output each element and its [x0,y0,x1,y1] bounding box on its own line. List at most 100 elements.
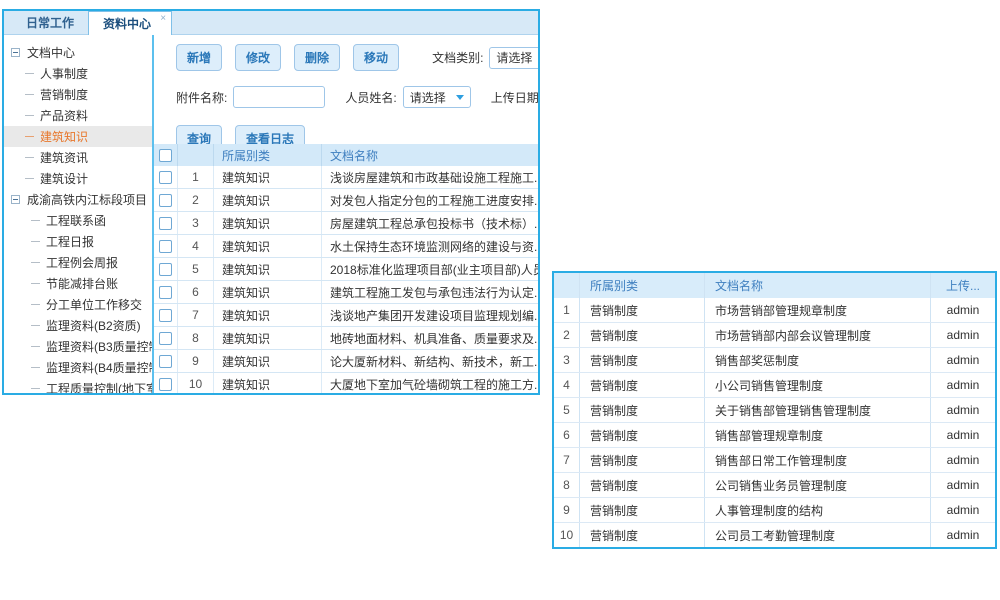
toolbar: 新增 修改 删除 移动 文档类别: 请选择 文档名称: [154,44,538,71]
row-checkbox[interactable] [159,309,172,322]
tab-data-center-label: 资料中心 [103,15,151,32]
table-row[interactable]: 9 建筑知识 论大厦新材料、新结构、新技术，新工... [154,350,538,373]
attachment-name-input[interactable] [233,86,325,108]
collapse-icon[interactable] [11,195,20,204]
row-category: 营销制度 [580,398,705,422]
row-category: 建筑知识 [214,166,322,188]
table-row[interactable]: 4 营销制度 小公司销售管理制度 admin [554,373,995,398]
table-header-row: 所属别类 文档名称 上传... [554,273,995,298]
row-checkbox[interactable] [159,355,172,368]
row-category: 建筑知识 [214,304,322,326]
tree-item[interactable]: 监理资料(B2资质) [4,315,152,336]
row-checkbox[interactable] [159,171,172,184]
person-name-select[interactable]: 请选择 [403,86,471,108]
table-row[interactable]: 9 营销制度 人事管理制度的结构 admin [554,498,995,523]
tree-connector-icon [25,136,34,137]
table-row[interactable]: 8 建筑知识 地砖地面材料、机具准备、质量要求及... [154,327,538,350]
collapse-icon[interactable] [11,48,20,57]
tab-data-center[interactable]: 资料中心 × [88,11,172,35]
row-doc-name: 地砖地面材料、机具准备、质量要求及... [322,330,538,347]
table-row[interactable]: 10 建筑知识 大厦地下室加气砼墙砌筑工程的施工方... [154,373,538,395]
category-tree: 文档中心 人事制度 营销制度 [4,35,154,395]
row-checkbox[interactable] [159,332,172,345]
row-number: 8 [178,327,214,349]
row-number: 1 [178,166,214,188]
documents-table: 所属别类 文档名称 1 建筑知识 浅谈房屋建筑和市政基础设施工程施工... [154,144,538,395]
tree-item-label: 建筑资讯 [37,147,91,168]
tree-item[interactable]: 工程质量控制(地下室) [4,378,152,395]
table-row[interactable]: 2 建筑知识 对发包人指定分包的工程施工进度安排... [154,189,538,212]
row-doc-name: 大厦地下室加气砼墙砌筑工程的施工方... [322,376,538,393]
row-uploader: admin [931,328,995,342]
tree-item[interactable]: 工程联系函 [4,210,152,231]
move-button[interactable]: 移动 [353,44,399,71]
tree-item[interactable]: 人事制度 [4,63,152,84]
table-row[interactable]: 7 营销制度 销售部日常工作管理制度 admin [554,448,995,473]
table-row[interactable]: 6 建筑知识 建筑工程施工发包与承包违法行为认定... [154,281,538,304]
row-uploader: admin [931,528,995,542]
row-doc-name: 人事管理制度的结构 [705,498,931,522]
table-row[interactable]: 3 营销制度 销售部奖惩制度 admin [554,348,995,373]
add-button[interactable]: 新增 [176,44,222,71]
tree-item[interactable]: 成渝高铁内江标段项目 [4,189,152,210]
table-row[interactable]: 5 建筑知识 2018标准化监理项目部(业主项目部)人员... [154,258,538,281]
tree-item[interactable]: 营销制度 [4,84,152,105]
doc-category-select[interactable]: 请选择 [489,47,538,69]
row-number: 1 [554,298,580,322]
table-row[interactable]: 1 建筑知识 浅谈房屋建筑和市政基础设施工程施工... [154,166,538,189]
table-row[interactable]: 1 营销制度 市场营销部管理规章制度 admin [554,298,995,323]
table-row[interactable]: 10 营销制度 公司员工考勤管理制度 admin [554,523,995,547]
row-doc-name: 市场营销部管理规章制度 [705,298,931,322]
row-uploader: admin [931,378,995,392]
close-tab-icon[interactable]: × [160,14,166,24]
tree-connector-icon [31,367,40,368]
table-row[interactable]: 7 建筑知识 浅谈地产集团开发建设项目监理规划编... [154,304,538,327]
row-category: 营销制度 [580,523,705,547]
table-row[interactable]: 4 建筑知识 水土保持生态环境监测网络的建设与资... [154,235,538,258]
desktop: 日常工作 资料中心 × 文档中心 [0,0,1000,600]
tree-item[interactable]: 文档中心 [4,42,152,63]
row-checkbox[interactable] [159,194,172,207]
tree-item[interactable]: 监理资料(B4质量控制) [4,357,152,378]
row-number: 9 [554,498,580,522]
row-checkbox[interactable] [159,378,172,391]
table-row[interactable]: 2 营销制度 市场营销部内部会议管理制度 admin [554,323,995,348]
row-number: 5 [554,398,580,422]
tree-connector-icon [31,304,40,305]
tree-item-label: 人事制度 [37,63,91,84]
tree-item[interactable]: 工程日报 [4,231,152,252]
tree-item[interactable]: 节能减排台账 [4,273,152,294]
edit-button[interactable]: 修改 [235,44,281,71]
tree-item-label: 成渝高铁内江标段项目 [24,189,150,210]
tree-item-label: 工程联系函 [43,210,109,231]
tree-item[interactable]: 建筑知识 [4,126,152,147]
tree-item-label: 建筑设计 [37,168,91,189]
row-uploader: admin [931,453,995,467]
table-row[interactable]: 8 营销制度 公司销售业务员管理制度 admin [554,473,995,498]
table-row[interactable]: 3 建筑知识 房屋建筑工程总承包投标书（技术标）... [154,212,538,235]
tree-item[interactable]: 产品资料 [4,105,152,126]
tree-connector-icon [31,220,40,221]
tree-connector-icon [31,325,40,326]
doc-category-label: 文档类别: [432,49,483,66]
row-number: 4 [178,235,214,257]
row-doc-name: 销售部管理规章制度 [705,423,931,447]
tab-daily-work[interactable]: 日常工作 [12,11,88,34]
tree-item[interactable]: 分工单位工作移交 [4,294,152,315]
delete-button[interactable]: 删除 [294,44,340,71]
table-row[interactable]: 5 营销制度 关于销售部管理销售管理制度 admin [554,398,995,423]
marketing-docs-table-window: 所属别类 文档名称 上传... 1 营销制度 市场营销部管理规章制度 admin… [552,271,997,549]
select-all-checkbox[interactable] [159,149,172,162]
row-checkbox[interactable] [159,286,172,299]
tree-item[interactable]: 工程例会周报 [4,252,152,273]
row-checkbox[interactable] [159,217,172,230]
table-row[interactable]: 6 营销制度 销售部管理规章制度 admin [554,423,995,448]
doc-name-column-header: 文档名称 [705,273,931,298]
tree-item[interactable]: 建筑资讯 [4,147,152,168]
tree-item[interactable]: 监理资料(B3质量控制) [4,336,152,357]
row-checkbox[interactable] [159,263,172,276]
row-category: 营销制度 [580,498,705,522]
tree-connector-icon [31,241,40,242]
tree-item[interactable]: 建筑设计 [4,168,152,189]
row-checkbox[interactable] [159,240,172,253]
